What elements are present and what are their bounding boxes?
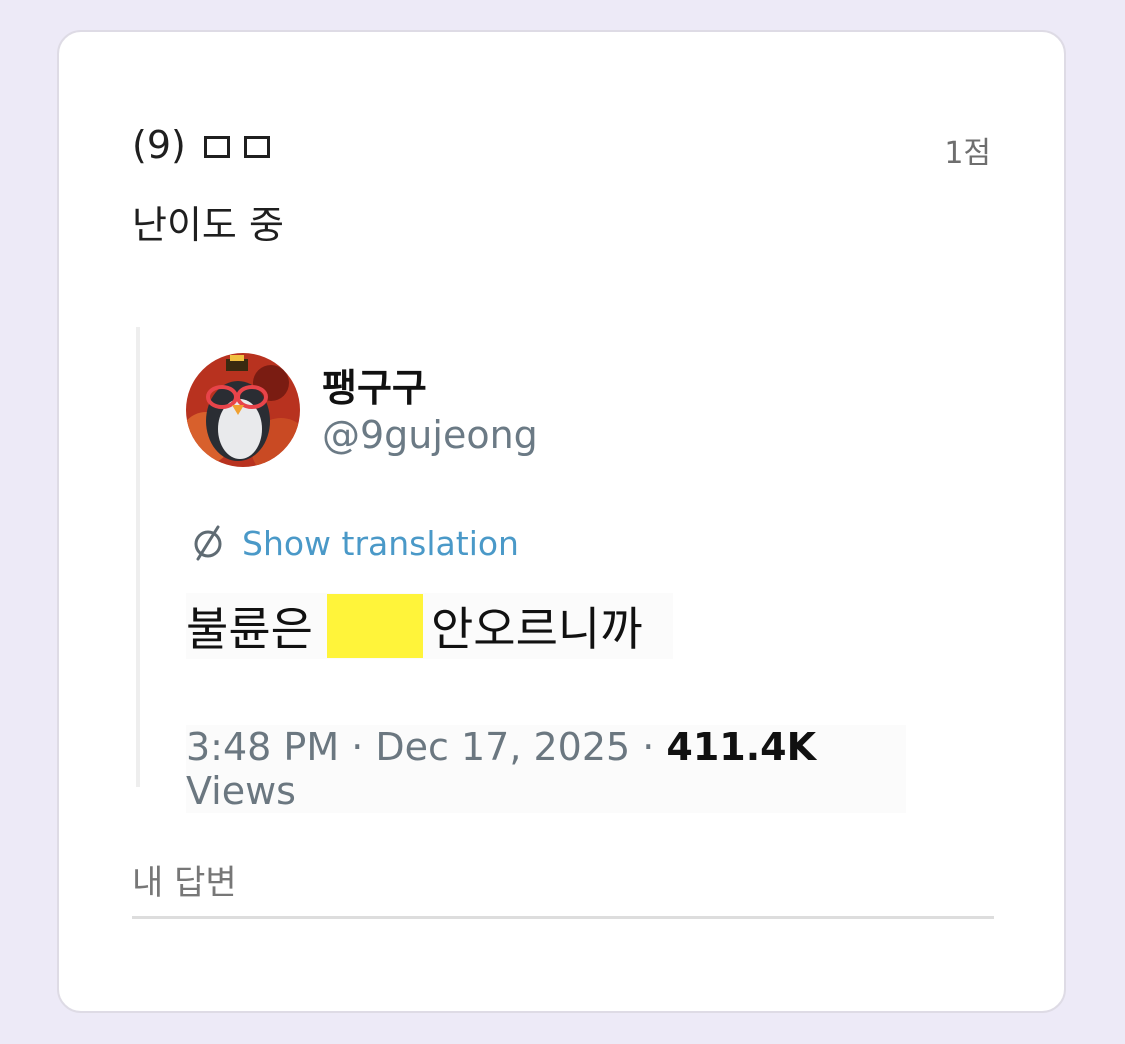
show-translation-link[interactable]: Show translation [242,524,519,563]
tweet-text-after: 안오르니까 [430,602,643,656]
highlighted-blank [326,594,423,658]
tweet-author-name[interactable]: 팽구구 [322,357,427,412]
globe-slash-icon [194,525,222,561]
blank-boxes [203,136,270,158]
tweet-text-before: 불륜은 [186,602,313,656]
answer-input[interactable] [132,850,994,919]
penguin-avatar-icon [186,353,300,467]
question-points: 1점 [944,136,991,171]
tweet-text: 불륜은 안오르니까 [186,593,673,659]
question-number: (9) [132,123,186,167]
tweet-views-count: 411.4K [666,725,817,769]
question-difficulty: 난이도 중 [132,203,284,247]
question-title: (9) [132,122,270,168]
tweet-meta: 3:48 PM · Dec 17, 2025 · 411.4K Views [186,725,906,813]
avatar [186,353,300,467]
tweet-views-label: Views [186,769,296,813]
blank-box [203,136,230,158]
show-translation-row[interactable]: Show translation [188,523,519,563]
tweet-author-handle[interactable]: @9gujeong [322,413,538,457]
blank-box [243,136,270,158]
tweet-divider [136,327,140,787]
tweet-timestamp: 3:48 PM · Dec 17, 2025 · [186,725,667,769]
question-card: (9) 1점 난이도 중 팽구구 @9gujeong Show translat… [57,30,1066,1013]
tweet-image: 팽구구 @9gujeong Show translation 불륜은 안오르니까… [136,327,906,813]
